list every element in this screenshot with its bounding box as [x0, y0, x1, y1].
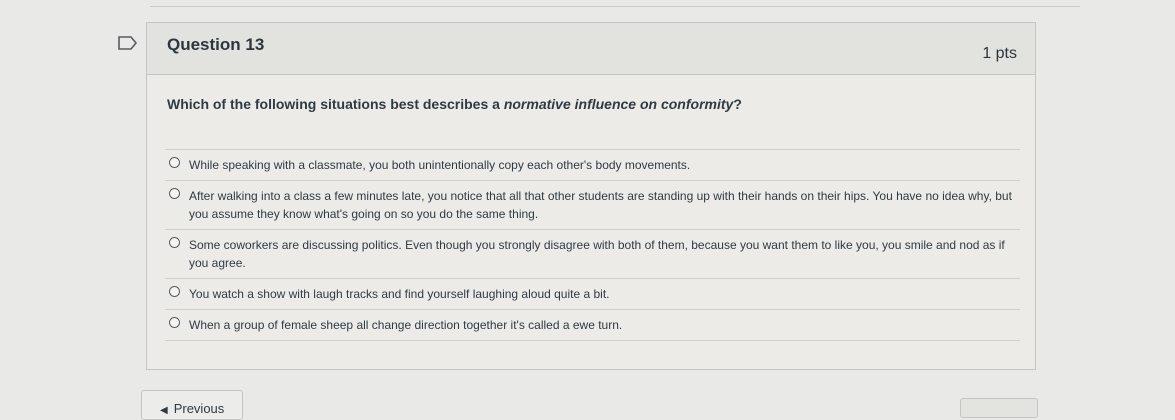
flag-question-icon[interactable] — [118, 36, 138, 50]
answer-option-4[interactable]: You watch a show with laugh tracks and f… — [165, 279, 1020, 310]
previous-label: Previous — [173, 401, 225, 416]
answer-option-2[interactable]: After walking into a class a few minutes… — [165, 181, 1020, 230]
top-divider — [150, 6, 1080, 7]
question-prompt: Which of the following situations best d… — [167, 96, 742, 112]
question-points: 1 pts — [982, 45, 1017, 62]
answer-option-1[interactable]: While speaking with a classmate, you bot… — [165, 150, 1020, 181]
next-button[interactable] — [960, 398, 1038, 418]
question-prompt-prefix: Which of the following situations best d… — [167, 96, 504, 112]
radio-button-icon[interactable] — [169, 157, 180, 168]
radio-button-icon[interactable] — [169, 317, 180, 328]
question-header: Question 13 1 pts — [147, 23, 1035, 75]
radio-button-icon[interactable] — [169, 188, 180, 199]
radio-button-icon[interactable] — [169, 237, 180, 248]
answer-option-3[interactable]: Some coworkers are discussing politics. … — [165, 230, 1020, 279]
answer-label: While speaking with a classmate, you bot… — [189, 158, 691, 172]
question-prompt-suffix: ? — [733, 96, 742, 112]
question-card: Question 13 1 pts Which of the following… — [146, 22, 1036, 370]
answer-label: You watch a show with laugh tracks and f… — [189, 287, 610, 301]
radio-button-icon[interactable] — [169, 286, 180, 297]
answer-label: When a group of female sheep all change … — [189, 318, 623, 332]
previous-button[interactable]: ◀ Previous — [141, 390, 243, 420]
answer-label: Some coworkers are discussing politics. … — [189, 238, 1005, 270]
answer-option-5[interactable]: When a group of female sheep all change … — [165, 310, 1020, 341]
question-title: Question 13 — [167, 35, 265, 54]
answer-list: While speaking with a classmate, you bot… — [165, 149, 1020, 341]
question-prompt-emphasis: normative influence on conformity — [503, 96, 734, 112]
answer-label: After walking into a class a few minutes… — [189, 189, 1012, 221]
